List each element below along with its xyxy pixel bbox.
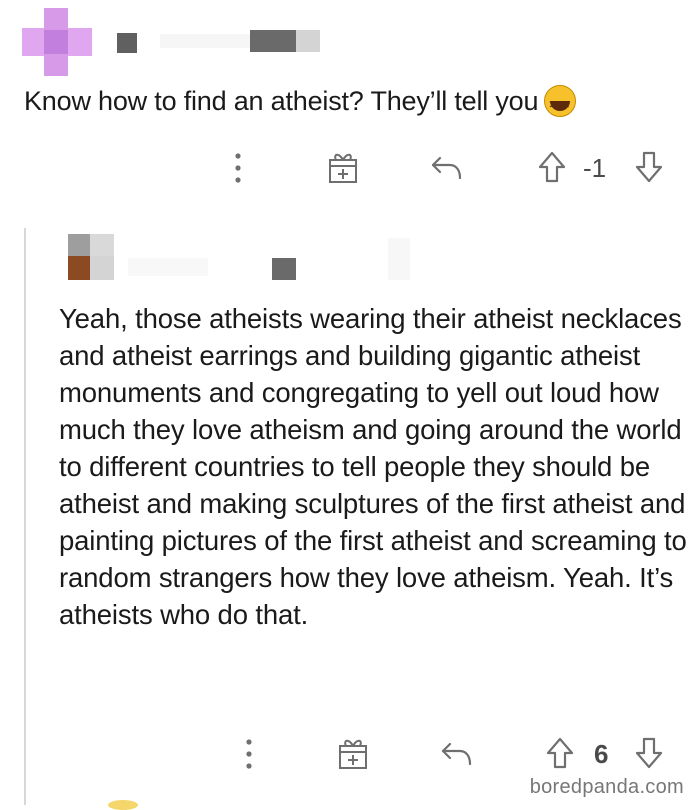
upvote-arrow-icon[interactable] [545, 736, 575, 770]
redacted-username [388, 238, 410, 280]
award-gift-icon[interactable] [327, 150, 359, 184]
commenter-avatar[interactable] [22, 8, 92, 76]
upvote-arrow-icon[interactable] [537, 150, 567, 184]
award-gift-icon[interactable] [337, 736, 369, 770]
laughing-face-emoji-icon [544, 85, 577, 122]
avatar-pixel [68, 234, 90, 256]
redacted-username[interactable] [250, 30, 296, 52]
redacted-username [117, 33, 137, 53]
top-comment-score: -1 [583, 153, 607, 183]
reply-actions: 6 [0, 736, 700, 770]
more-options-icon[interactable] [240, 737, 258, 771]
avatar-pixel [90, 256, 114, 280]
top-comment-actions: -1 [0, 150, 700, 184]
avatar-pixel [68, 256, 90, 280]
avatar-pixel [44, 30, 68, 54]
next-avatar-peek [108, 800, 138, 810]
downvote-arrow-icon[interactable] [634, 736, 664, 770]
reply-score: 6 [594, 739, 609, 769]
reply-arrow-icon[interactable] [440, 738, 474, 768]
avatar-pixel [90, 234, 114, 256]
redacted-username [128, 258, 208, 276]
replier-avatar[interactable] [68, 234, 114, 280]
watermark: boredpanda.com [529, 776, 684, 798]
redacted-username [296, 30, 320, 52]
top-comment-body: Know how to find an atheist? They’ll tel… [24, 84, 577, 122]
thread-line[interactable] [24, 228, 26, 805]
downvote-arrow-icon[interactable] [634, 150, 664, 184]
reply-arrow-icon[interactable] [430, 152, 464, 182]
redacted-username [160, 34, 250, 48]
more-options-icon[interactable] [229, 151, 247, 185]
reply-comment-text: Yeah, those atheists wearing their athei… [59, 303, 687, 630]
redacted-username[interactable] [272, 258, 296, 280]
top-comment-text: Know how to find an atheist? They’ll tel… [24, 86, 539, 116]
